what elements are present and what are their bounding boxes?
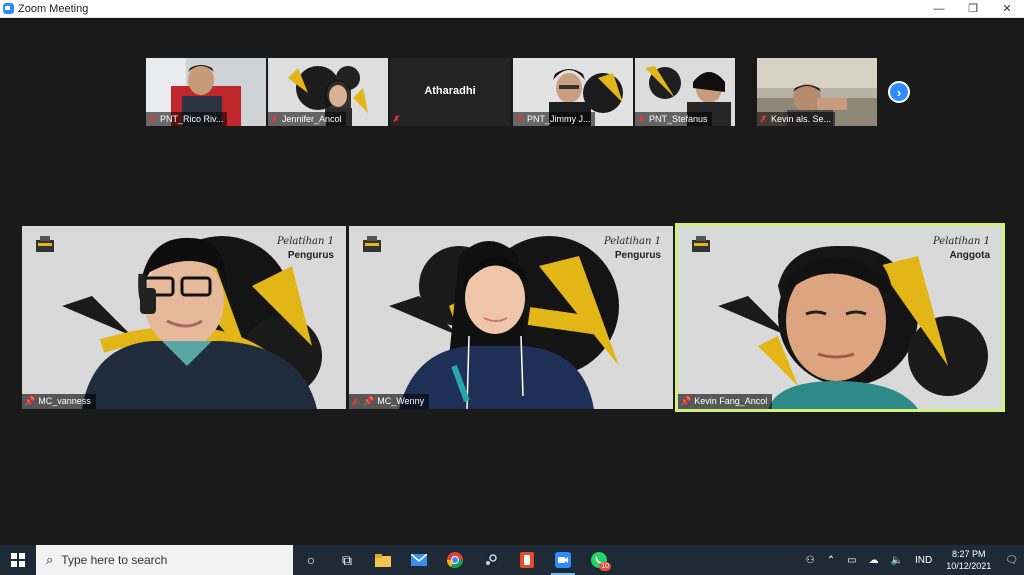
participant-name-label: ✗ Kevin als. Se... xyxy=(757,112,836,126)
task-view-icon[interactable]: ⧉ xyxy=(329,545,365,575)
clock-time: 8:27 PM xyxy=(952,549,986,559)
banner-subtitle: Pengurus xyxy=(287,250,334,261)
participant-name-label: ✗ Jennifer_Ancol xyxy=(268,112,346,126)
taskbar-search-box[interactable]: ⌕ Type here to search xyxy=(36,545,293,575)
muted-mic-icon: ✗ xyxy=(759,114,768,124)
muted-mic-icon: ✗ xyxy=(270,114,279,124)
participant-name-label: ✗ xyxy=(390,112,408,126)
volume-icon[interactable]: 🔈 xyxy=(885,555,909,566)
network-icon[interactable]: ☁ xyxy=(863,555,885,566)
pelatihan-logo xyxy=(361,234,383,254)
window-title: Zoom Meeting xyxy=(18,2,89,15)
banner-subtitle: Pengurus xyxy=(614,250,661,261)
participant-name-label: ✗ 📌 MC_Wenny xyxy=(349,394,430,409)
pelatihan-logo xyxy=(34,234,56,254)
muted-mic-icon: ✗ xyxy=(515,114,524,124)
participant-thumbnail[interactable]: ✗ PNT_Jimmy J... xyxy=(513,58,633,126)
meeting-area: ✗ PNT_Rico Riv... ✗ Jennifer_Ancol Atharad… xyxy=(0,18,1024,545)
participant-thumbnail[interactable]: ✗ Kevin als. Se... xyxy=(757,58,877,126)
muted-mic-icon: ✗ xyxy=(637,114,646,124)
pin-icon: 📌 xyxy=(363,396,375,406)
video-tile-active-speaker[interactable]: Pelatihan 1 Anggota 📌 Kevin Fang_Ancol xyxy=(675,223,1005,412)
clock-date: 10/12/2021 xyxy=(946,561,992,571)
muted-mic-icon: ✗ xyxy=(148,114,157,124)
language-indicator[interactable]: IND xyxy=(909,555,938,566)
minimize-button[interactable]: — xyxy=(922,0,956,17)
participant-thumbnail[interactable]: ✗ Jennifer_Ancol xyxy=(268,58,388,126)
windows-start-button[interactable] xyxy=(0,545,36,575)
video-tile[interactable]: Pelatihan 1 Pengurus ✗ 📌 MC_Wenny xyxy=(349,226,673,409)
notification-badge: 10 xyxy=(599,562,611,571)
cortana-icon[interactable]: ○ xyxy=(293,545,329,575)
participant-thumbnail[interactable]: ✗ PNT_Rico Riv... xyxy=(146,58,266,126)
battery-icon[interactable]: ▭ xyxy=(841,555,862,566)
participant-name-label: 📌 MC_vanness xyxy=(22,394,96,409)
zoom-icon[interactable] xyxy=(545,545,581,575)
participant-thumbnail[interactable]: Atharadhi ✗ xyxy=(390,58,510,126)
participant-thumbnail[interactable]: ✗ PNT_Stefanus xyxy=(635,58,755,126)
participant-name-label: 📌 Kevin Fang_Ancol xyxy=(678,394,773,409)
participant-name-label: ✗ PNT_Rico Riv... xyxy=(146,112,228,126)
banner-subtitle: Anggota xyxy=(949,250,990,261)
banner-title: Pelatihan 1 xyxy=(933,236,990,247)
participant-name-label: ✗ PNT_Jimmy J... xyxy=(513,112,595,126)
mail-icon[interactable] xyxy=(401,545,437,575)
close-button[interactable]: ✕ xyxy=(990,0,1024,17)
steam-icon[interactable] xyxy=(473,545,509,575)
pin-icon: 📌 xyxy=(680,396,692,406)
chevron-up-icon[interactable]: ⌃ xyxy=(821,555,841,566)
file-explorer-icon[interactable] xyxy=(365,545,401,575)
zoom-app-icon xyxy=(3,3,14,14)
chevron-right-icon[interactable]: › xyxy=(888,81,910,103)
muted-mic-icon: ✗ xyxy=(351,396,360,407)
whatsapp-icon[interactable]: 10 xyxy=(581,545,617,575)
banner-title: Pelatihan 1 xyxy=(277,236,334,247)
chrome-icon[interactable] xyxy=(437,545,473,575)
title-bar: Zoom Meeting — ❐ ✕ xyxy=(0,0,1024,18)
pelatihan-logo xyxy=(690,234,712,254)
office-icon[interactable] xyxy=(509,545,545,575)
pin-icon: 📌 xyxy=(24,396,36,406)
muted-mic-icon: ✗ xyxy=(392,114,401,124)
video-tile[interactable]: Pelatihan 1 Pengurus 📌 MC_vanness xyxy=(22,226,346,409)
maximize-button[interactable]: ❐ xyxy=(956,0,990,17)
participant-name-label: ✗ PNT_Stefanus xyxy=(635,112,712,126)
system-tray: ⚇ ⌃ ▭ ☁ 🔈 IND 8:27 PM 10/12/2021 🗨 xyxy=(800,545,1024,575)
windows-logo-icon xyxy=(11,553,25,567)
people-icon[interactable]: ⚇ xyxy=(800,555,821,566)
banner-title: Pelatihan 1 xyxy=(604,236,661,247)
search-placeholder: Type here to search xyxy=(61,553,168,567)
search-icon: ⌕ xyxy=(46,552,54,567)
participant-name-center: Atharadhi xyxy=(424,85,476,97)
windows-taskbar: ⌕ Type here to search ○ ⧉ 10 ⚇ ⌃ ▭ ☁ 🔈 I… xyxy=(0,545,1024,575)
notifications-icon[interactable]: 🗨 xyxy=(999,555,1024,566)
clock[interactable]: 8:27 PM 10/12/2021 xyxy=(938,548,999,572)
